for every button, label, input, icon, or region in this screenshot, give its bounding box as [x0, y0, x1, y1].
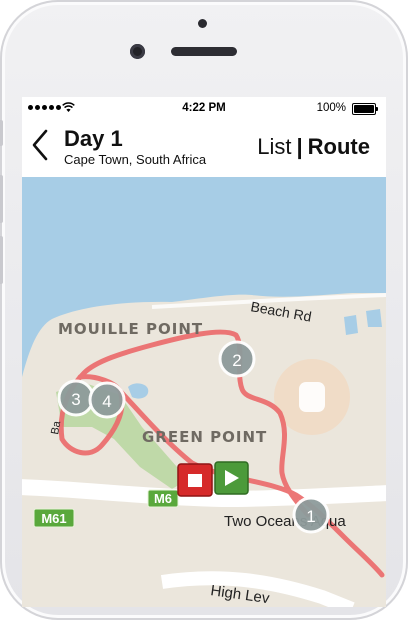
- play-button[interactable]: [214, 461, 249, 495]
- view-toggle: List | Route: [257, 134, 370, 160]
- route-stop-number: 3: [71, 390, 80, 409]
- route-stop-number: 1: [306, 507, 315, 526]
- route-map[interactable]: MOUILLE POINT GREEN POINT Beach Rd Two O…: [22, 177, 386, 607]
- harbour-basin: [366, 309, 382, 327]
- map-label-mouille-point: MOUILLE POINT: [58, 320, 203, 338]
- route-stop-number: 4: [102, 392, 111, 411]
- battery-percentage: 100%: [316, 102, 346, 114]
- stadium-pitch: [299, 382, 325, 412]
- front-camera: [130, 44, 145, 59]
- screen: 4:22 PM 100% Day 1 Cape Town, South Afri…: [22, 97, 386, 607]
- tab-route[interactable]: Route: [308, 134, 370, 159]
- road-shield-m6-label: M6: [154, 491, 172, 506]
- back-chevron-icon[interactable]: [28, 127, 52, 163]
- volume-down-button: [0, 236, 3, 284]
- route-stop-number: 2: [232, 351, 241, 370]
- volume-up-button: [0, 175, 3, 223]
- tab-list[interactable]: List: [257, 134, 291, 159]
- nav-header: Day 1 Cape Town, South Africa List | Route: [22, 119, 386, 177]
- route-stop-marker[interactable]: 1: [292, 496, 330, 534]
- phone-frame: 4:22 PM 100% Day 1 Cape Town, South Afri…: [0, 0, 408, 620]
- battery-icon: [352, 103, 378, 115]
- map-label-green-point: GREEN POINT: [142, 428, 267, 446]
- proximity-sensor: [198, 19, 207, 28]
- stop-button[interactable]: [177, 463, 213, 497]
- road-shield-m61-label: M61: [41, 511, 66, 526]
- harbour-basin: [344, 315, 358, 335]
- route-stop-marker[interactable]: 3: [57, 379, 95, 417]
- status-bar: 4:22 PM 100%: [22, 97, 386, 119]
- earpiece-speaker: [171, 47, 237, 56]
- page-title: Day 1: [64, 126, 123, 151]
- toggle-separator: |: [296, 134, 303, 159]
- stop-icon: [188, 474, 202, 487]
- route-stop-marker[interactable]: 4: [88, 381, 126, 419]
- mute-switch: [0, 120, 3, 146]
- location-subtitle: Cape Town, South Africa: [64, 152, 207, 167]
- route-stop-marker[interactable]: 2: [218, 340, 256, 378]
